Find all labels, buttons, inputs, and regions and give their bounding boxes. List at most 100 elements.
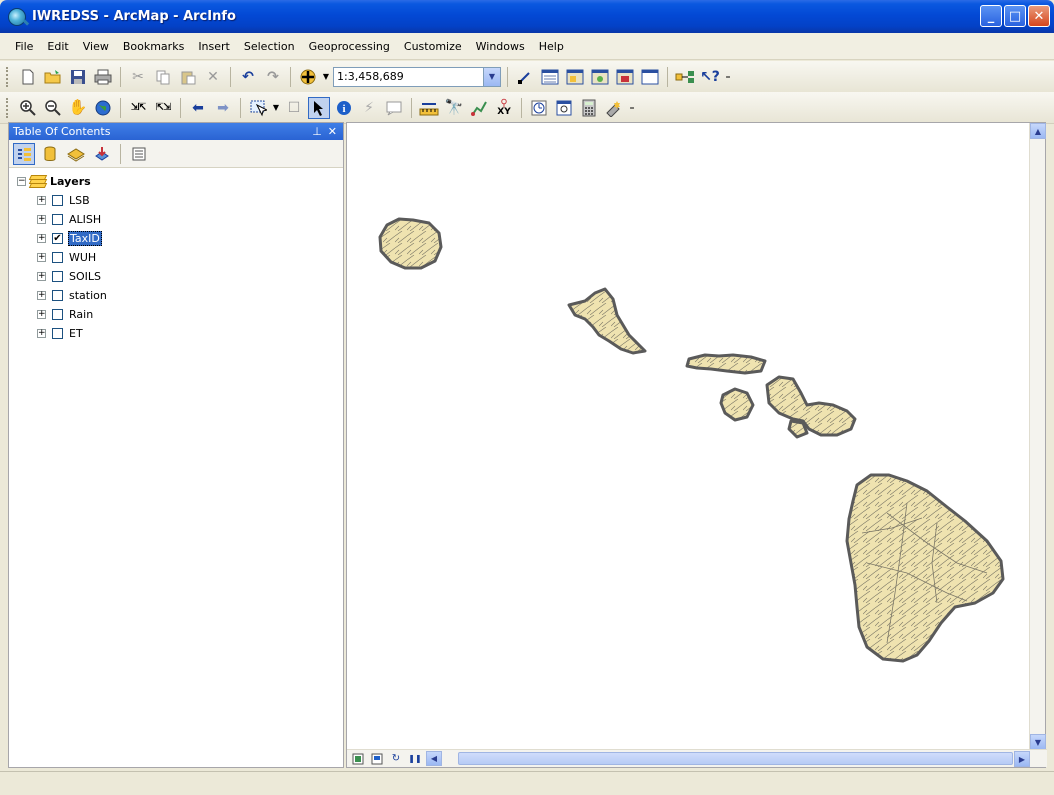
go-to-xy-icon[interactable]: ⚲ XY [493, 97, 515, 119]
minimize-button[interactable]: _ [980, 5, 1002, 27]
fixed-zoom-out-icon[interactable]: ⇱⇲ [152, 97, 174, 119]
open-folder-icon[interactable] [42, 66, 64, 88]
layer-visibility-checkbox[interactable] [52, 328, 63, 339]
title-bar[interactable]: IWREDSS - ArcMap - ArcInfo _ □ ✕ [0, 0, 1054, 33]
list-by-source-icon[interactable] [39, 143, 61, 165]
layer-label[interactable]: Rain [68, 308, 94, 321]
close-icon[interactable]: ✕ [328, 125, 337, 138]
expand-icon[interactable]: + [37, 196, 46, 205]
layer-visibility-checkbox[interactable] [52, 271, 63, 282]
layer-row-soils[interactable]: + SOILS [9, 267, 343, 286]
data-view-icon[interactable] [350, 751, 366, 766]
map-scale-combo[interactable]: 1:3,458,689 ▼ [333, 66, 501, 87]
whats-this-help-icon[interactable]: ↖? [699, 66, 721, 88]
layer-row-et[interactable]: + ET [9, 324, 343, 343]
print-icon[interactable] [92, 66, 114, 88]
scroll-down-arrow-icon[interactable]: ▼ [1030, 734, 1046, 750]
clear-selection-icon[interactable]: ☐ [283, 97, 305, 119]
layer-row-rain[interactable]: + Rain [9, 305, 343, 324]
menu-selection[interactable]: Selection [237, 40, 302, 53]
menu-bookmarks[interactable]: Bookmarks [116, 40, 191, 53]
refresh-icon[interactable]: ↻ [388, 751, 404, 766]
list-by-selection-icon[interactable] [91, 143, 113, 165]
expand-icon[interactable]: + [37, 272, 46, 281]
arcmap-app-icon[interactable] [8, 7, 26, 26]
toolbar-grip[interactable] [6, 66, 10, 87]
arctoolbox-icon[interactable] [614, 66, 636, 88]
paste-icon[interactable] [177, 66, 199, 88]
expand-icon[interactable]: + [37, 234, 46, 243]
layout-view-icon[interactable] [369, 751, 385, 766]
new-document-icon[interactable] [17, 66, 39, 88]
measure-icon[interactable] [418, 97, 440, 119]
layer-label[interactable]: LSB [68, 194, 91, 207]
toc-title-bar[interactable]: Table Of Contents ⊥ ✕ [9, 123, 343, 140]
select-features-icon[interactable] [247, 97, 269, 119]
expand-icon[interactable]: + [37, 310, 46, 319]
redo-icon[interactable]: ↷ [262, 66, 284, 88]
layer-label[interactable]: WUH [68, 251, 97, 264]
html-popup-icon[interactable] [383, 97, 405, 119]
catalog-window-icon[interactable] [564, 66, 586, 88]
layer-visibility-checkbox[interactable]: ✔ [52, 233, 63, 244]
chevron-down-icon[interactable]: ▼ [483, 67, 500, 86]
toolbar-options-icon[interactable]: ₌ [724, 66, 732, 88]
layer-label[interactable]: SOILS [68, 270, 102, 283]
layers-root-label[interactable]: Layers [50, 175, 91, 188]
layer-visibility-checkbox[interactable] [52, 309, 63, 320]
maximize-button[interactable]: □ [1004, 5, 1026, 27]
map-canvas[interactable] [347, 123, 1030, 750]
layer-label[interactable]: TaxID [68, 231, 102, 246]
search-window-icon[interactable] [589, 66, 611, 88]
menu-insert[interactable]: Insert [191, 40, 237, 53]
new-tool-icon[interactable] [603, 97, 625, 119]
list-by-drawing-order-icon[interactable] [13, 142, 35, 165]
layer-row-wuh[interactable]: + WUH [9, 248, 343, 267]
horizontal-scroll-thumb[interactable] [458, 752, 1013, 765]
go-back-arrow-icon[interactable]: ⬅ [187, 97, 209, 119]
scroll-right-arrow-icon[interactable]: ▶ [1014, 751, 1030, 767]
toolbar-grip[interactable] [6, 97, 10, 118]
toolbar-options-icon[interactable]: ₌ [628, 97, 636, 119]
scroll-left-arrow-icon[interactable]: ◀ [426, 751, 442, 766]
layer-visibility-checkbox[interactable] [52, 252, 63, 263]
copy-icon[interactable] [152, 66, 174, 88]
expand-icon[interactable]: + [37, 215, 46, 224]
editor-toolbar-icon[interactable] [514, 66, 536, 88]
layer-row-taxid[interactable]: + ✔ TaxID [9, 229, 343, 248]
menu-view[interactable]: View [76, 40, 116, 53]
expand-icon[interactable]: + [37, 253, 46, 262]
go-forward-arrow-icon[interactable]: ➡ [212, 97, 234, 119]
menu-windows[interactable]: Windows [469, 40, 532, 53]
identify-icon[interactable]: i [333, 97, 355, 119]
cut-icon[interactable]: ✂ [127, 66, 149, 88]
collapse-icon[interactable]: − [17, 177, 26, 186]
menu-edit[interactable]: Edit [40, 40, 75, 53]
undo-icon[interactable]: ↶ [237, 66, 259, 88]
pin-icon[interactable]: ⊥ [312, 125, 322, 138]
menu-geoprocessing[interactable]: Geoprocessing [302, 40, 397, 53]
menu-file[interactable]: File [8, 40, 40, 53]
table-of-contents-icon[interactable] [539, 66, 561, 88]
layer-row-lsb[interactable]: + LSB [9, 191, 343, 210]
menu-customize[interactable]: Customize [397, 40, 469, 53]
save-icon[interactable] [67, 66, 89, 88]
close-button[interactable]: ✕ [1028, 5, 1050, 27]
find-route-icon[interactable] [468, 97, 490, 119]
full-extent-globe-icon[interactable] [92, 97, 114, 119]
time-slider-icon[interactable] [528, 97, 550, 119]
list-by-visibility-icon[interactable] [65, 143, 87, 165]
hyperlink-icon[interactable]: ⚡ [358, 97, 380, 119]
layers-data-frame[interactable]: − Layers [9, 172, 343, 191]
layer-visibility-checkbox[interactable] [52, 195, 63, 206]
horizontal-scrollbar[interactable]: ↻ ❚❚ ◀ ▶ [347, 749, 1047, 767]
vertical-scrollbar[interactable]: ▲ ▼ [1029, 123, 1046, 750]
zoom-in-icon[interactable] [17, 97, 39, 119]
expand-icon[interactable]: + [37, 329, 46, 338]
layer-visibility-checkbox[interactable] [52, 214, 63, 225]
layer-visibility-checkbox[interactable] [52, 290, 63, 301]
layer-row-station[interactable]: + station [9, 286, 343, 305]
map-scale-value[interactable]: 1:3,458,689 [334, 70, 483, 83]
layer-label[interactable]: ALISH [68, 213, 102, 226]
add-data-icon[interactable] [297, 66, 319, 88]
